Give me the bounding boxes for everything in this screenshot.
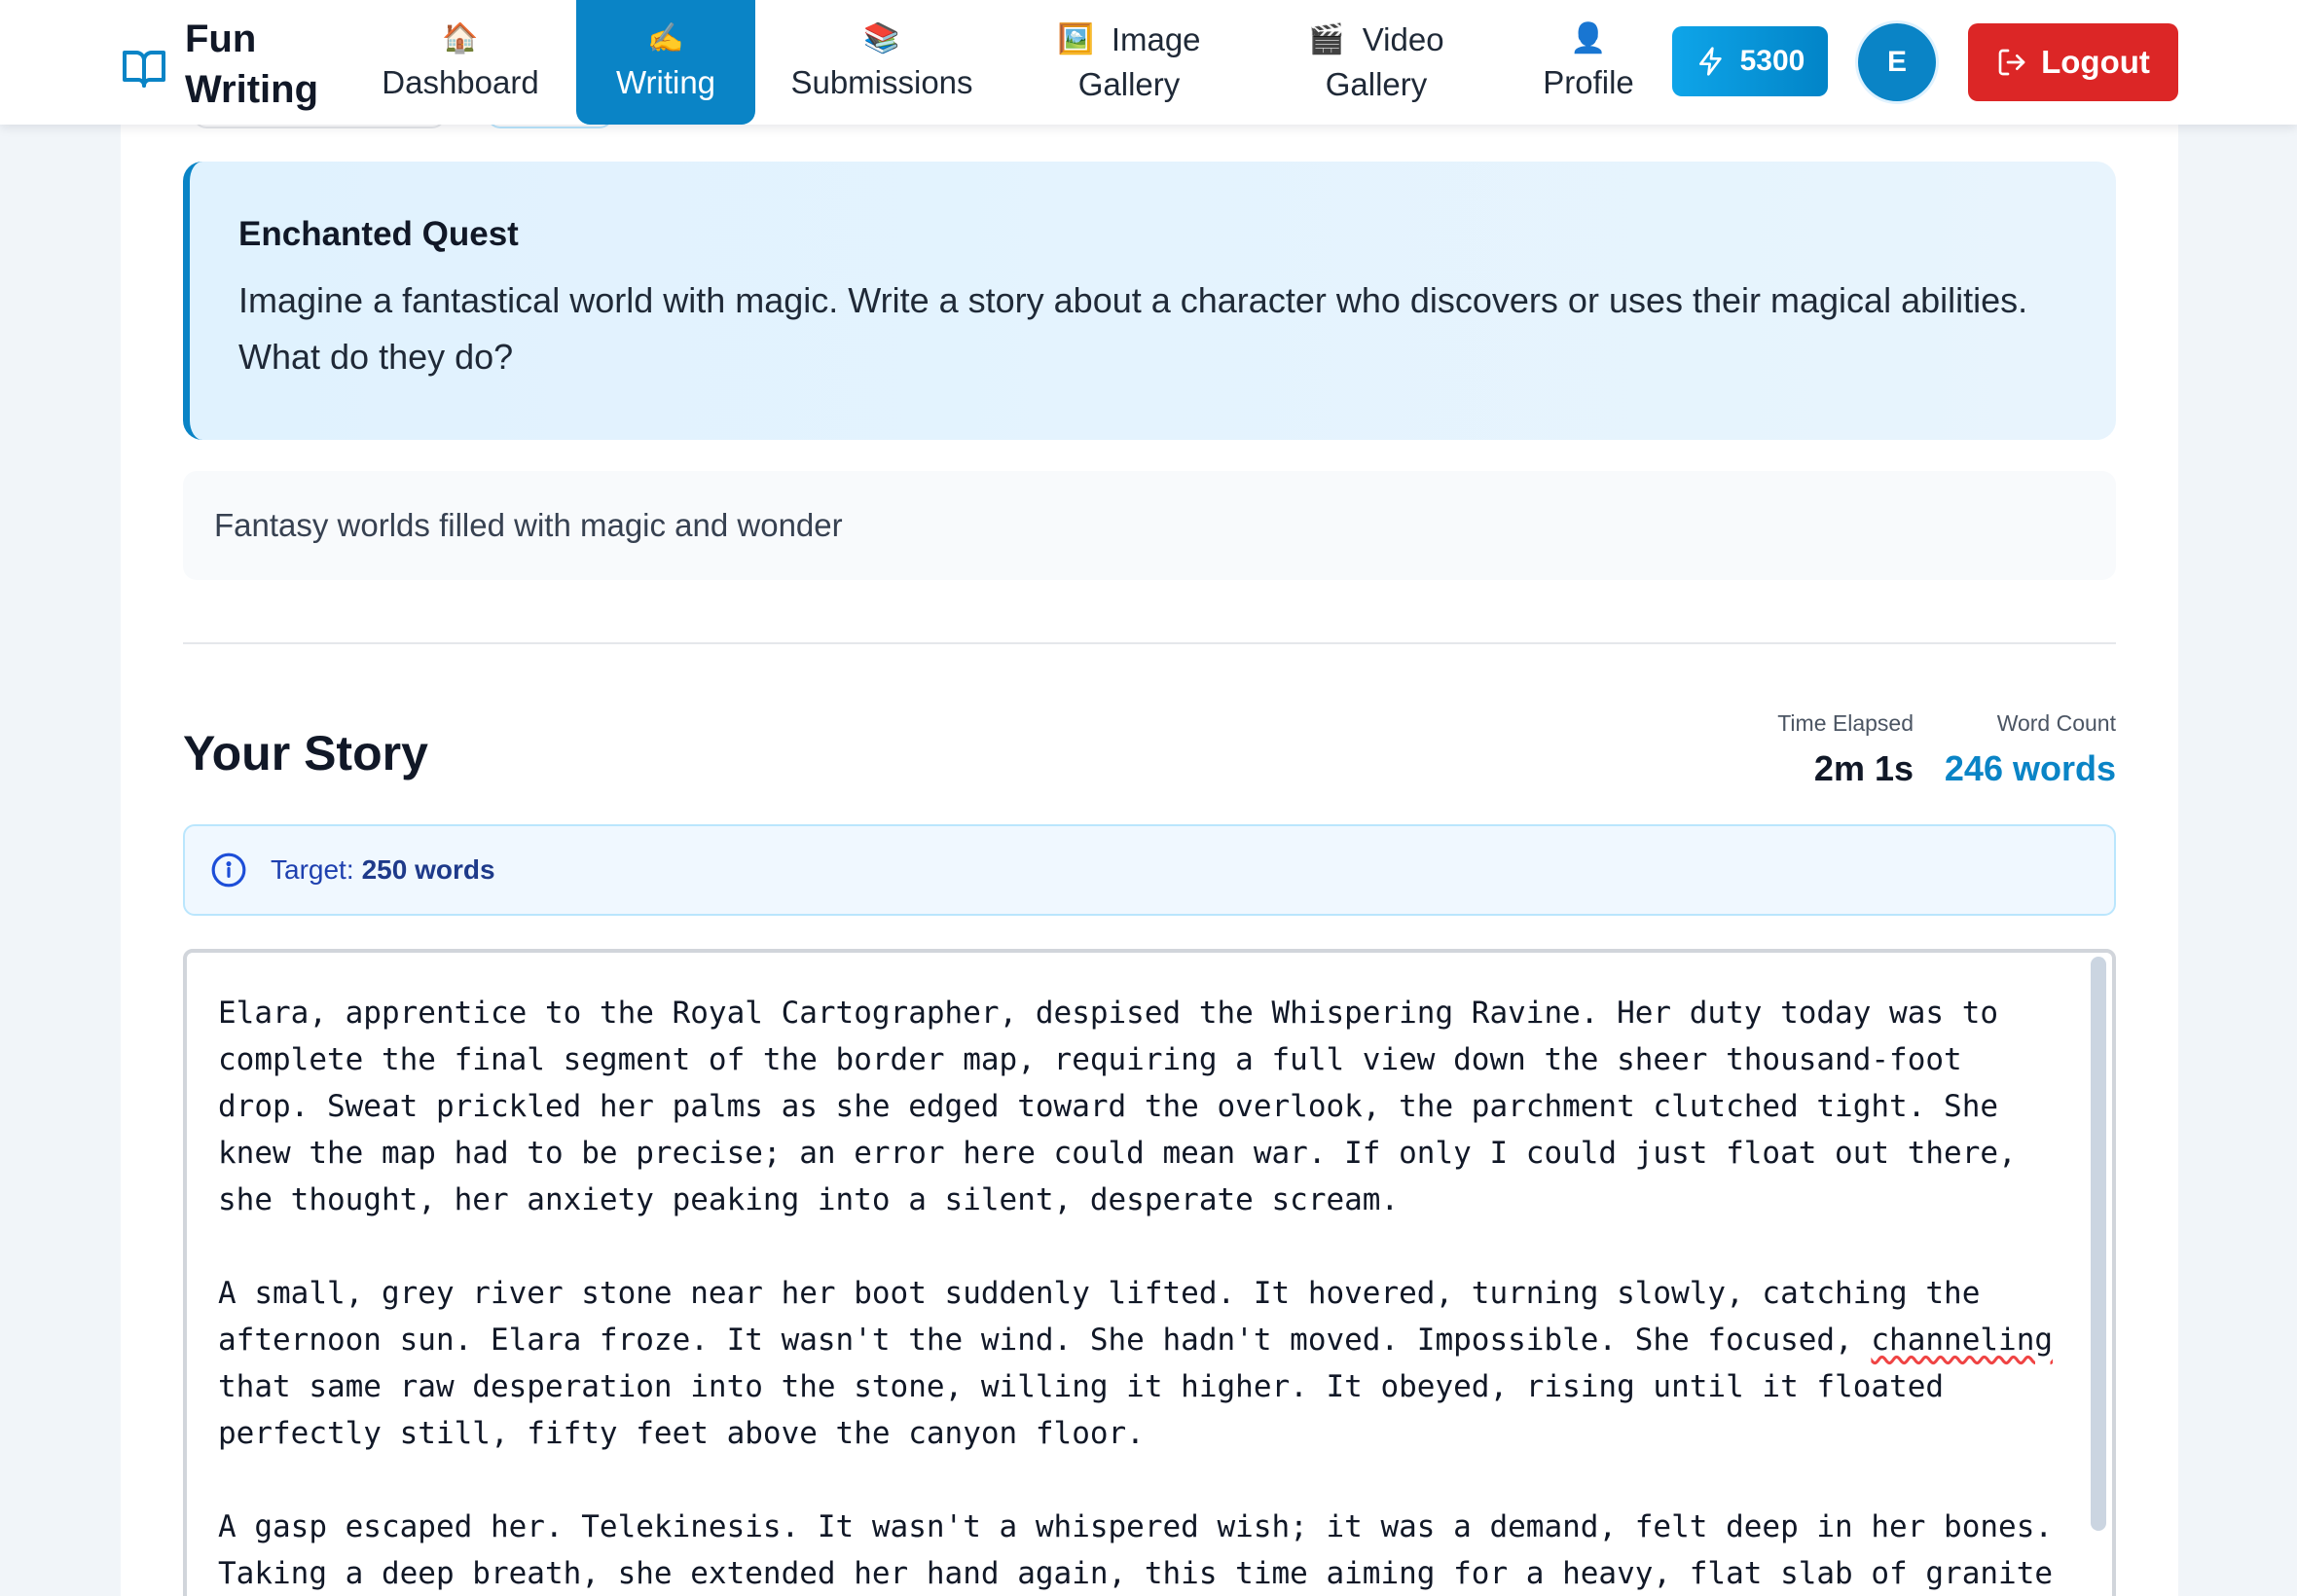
target-info-box: Target: 250 words	[183, 824, 2116, 916]
word-count-stat: Word Count 246 words	[1945, 708, 2116, 792]
time-elapsed-label: Time Elapsed	[1777, 710, 1914, 736]
logout-icon	[1998, 49, 2025, 76]
nav-profile-label: Profile	[1543, 64, 1634, 100]
top-navbar: Fun Writing 🏠 Dashboard ✍️ Writing 📚 Sub…	[0, 0, 2297, 125]
nav-video-gallery[interactable]: 🎬 Video Gallery	[1300, 0, 1452, 125]
story-textarea[interactable]: Elara, apprentice to the Royal Cartograp…	[183, 949, 2116, 1596]
brand-name: Fun Writing	[185, 14, 318, 115]
lightning-icon	[1698, 47, 1722, 76]
logout-button[interactable]: Logout	[1968, 23, 2178, 101]
prompt-title: Enchanted Quest	[238, 215, 519, 253]
nav-video-gallery-label2: Gallery	[1325, 66, 1428, 102]
nav-dashboard[interactable]: 🏠 Dashboard	[380, 0, 541, 125]
category-description-text: Fantasy worlds filled with magic and won…	[214, 507, 843, 543]
word-count-value: 246 words	[1944, 748, 2116, 788]
nav-image-gallery-label2: Gallery	[1077, 66, 1181, 102]
clapper-board-icon: 🎬	[1308, 23, 1345, 55]
category-description: Fantasy worlds filled with magic and won…	[183, 471, 2116, 580]
nav-submissions-label: Submissions	[790, 64, 973, 100]
avatar-initial: E	[1886, 46, 1907, 78]
house-icon: 🏠	[442, 22, 479, 54]
brand-name-line1: Fun	[185, 18, 257, 60]
nav-writing[interactable]: ✍️ Writing	[576, 0, 755, 125]
open-book-icon	[123, 51, 165, 88]
textarea-scrollbar[interactable]	[2091, 957, 2106, 1531]
nav-submissions[interactable]: 📚 Submissions	[786, 0, 977, 125]
info-icon	[211, 852, 246, 888]
logout-label: Logout	[2041, 44, 2150, 80]
nav-profile[interactable]: 👤 Profile	[1526, 0, 1651, 125]
story-paragraph-1: Elara, apprentice to the Royal Cartograp…	[218, 996, 2017, 1217]
target-value: 250 words	[361, 854, 495, 885]
story-paragraph-2-part1: A small, grey river stone near her boot …	[218, 1276, 1981, 1358]
nav-video-gallery-label1: Video	[1362, 21, 1444, 57]
word-count-label: Word Count	[1996, 710, 2116, 736]
target-label: Target:	[271, 854, 354, 885]
story-heading: Your Story	[183, 726, 428, 780]
story-paragraph-3: A gasp escaped her. Telekinesis. It wasn…	[218, 1509, 2054, 1591]
story-paragraph-2: A small, grey river stone near her boot …	[218, 1270, 2063, 1457]
section-divider	[183, 642, 2116, 644]
writing-hand-icon: ✍️	[647, 22, 684, 54]
time-elapsed-value: 2m 1s	[1813, 748, 1914, 788]
nav-image-gallery-label1: Image	[1111, 21, 1201, 57]
framed-picture-icon: 🖼️	[1057, 23, 1094, 55]
user-avatar[interactable]: E	[1858, 23, 1936, 101]
nav-dashboard-label: Dashboard	[382, 64, 539, 100]
misspelled-word[interactable]: channeling	[1871, 1323, 2053, 1358]
prompt-card: Enchanted Quest Imagine a fantastical wo…	[183, 162, 2116, 440]
story-paragraph-2-part2: that same raw desperation into the stone…	[218, 1369, 1945, 1451]
nav-writing-label: Writing	[615, 64, 716, 100]
points-value: 5300	[1739, 45, 1805, 77]
brand-logo[interactable]: Fun Writing	[119, 14, 318, 115]
nav-image-gallery[interactable]: 🖼️ Image Gallery	[1043, 0, 1215, 125]
user-silhouette-icon: 👤	[1570, 22, 1607, 54]
books-icon: 📚	[863, 22, 900, 54]
time-elapsed-stat: Time Elapsed 2m 1s	[1777, 708, 1914, 792]
prompt-text: Imagine a fantastical world with magic. …	[238, 280, 2028, 377]
points-button[interactable]: 5300	[1672, 26, 1828, 96]
brand-name-line2: Writing	[185, 68, 319, 111]
